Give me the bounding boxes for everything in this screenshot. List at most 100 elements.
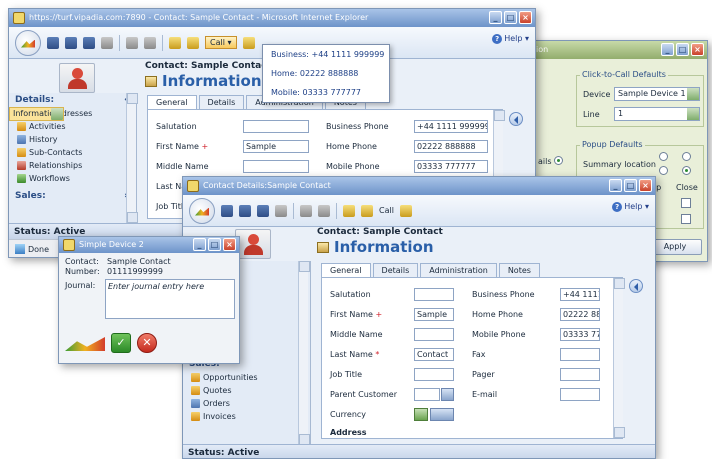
call-menu-item-home[interactable]: Home: 02222 888888 <box>263 64 389 83</box>
save-new-icon[interactable] <box>83 36 95 49</box>
sidebar-item-orders[interactable]: Orders <box>183 397 310 410</box>
home-phone-input[interactable]: 02222 888 <box>560 308 600 321</box>
phone-icon[interactable] <box>399 204 412 217</box>
sidebar-scrollbar[interactable] <box>298 261 310 445</box>
call-button[interactable]: Call <box>379 206 394 215</box>
sidebar-item-history[interactable]: History <box>9 133 136 146</box>
call-menu-item-business[interactable]: Business: +44 1111 999999 <box>263 45 389 64</box>
minimize-icon[interactable]: _ <box>609 179 622 192</box>
print-icon[interactable] <box>101 36 113 49</box>
pager-input[interactable] <box>560 368 600 381</box>
sidebar-item-invoices[interactable]: Invoices <box>183 410 310 423</box>
home-phone-input[interactable]: 02222 888888 <box>414 140 488 153</box>
job-title-input[interactable] <box>414 368 454 381</box>
sidebar-item-relationships[interactable]: Relationships <box>9 159 136 172</box>
sidebar-item-workflows[interactable]: Workflows <box>9 172 136 185</box>
middle-name-input[interactable] <box>243 160 309 173</box>
mobile-phone-input[interactable]: 03333 777777 <box>414 160 488 173</box>
currency-icon[interactable] <box>414 408 428 421</box>
details-section-header[interactable]: Details:« <box>9 93 136 107</box>
summary-location-radio-2[interactable] <box>682 152 691 161</box>
save-icon[interactable] <box>221 204 233 217</box>
print-icon[interactable] <box>275 204 287 217</box>
middle-name-input[interactable] <box>414 328 454 341</box>
line-select[interactable]: 1 <box>614 107 700 121</box>
sidebar-item-opportunities[interactable]: Opportunities <box>183 371 310 384</box>
popup-checkbox-1[interactable] <box>681 198 691 208</box>
save-new-icon[interactable] <box>257 204 269 217</box>
edit-icon[interactable] <box>343 204 355 217</box>
actions-icon[interactable] <box>187 36 199 49</box>
close-icon[interactable]: × <box>223 238 236 251</box>
contact-label: Contact: <box>65 257 99 266</box>
sidebar-scrollbar[interactable] <box>126 93 138 223</box>
previous-icon[interactable] <box>629 279 643 293</box>
minimize-icon[interactable]: _ <box>661 43 674 56</box>
hangup-button[interactable]: ✕ <box>137 333 157 353</box>
paperclip-icon[interactable] <box>144 36 156 49</box>
chevron-down-icon[interactable] <box>687 88 699 100</box>
previous-icon[interactable] <box>509 112 523 126</box>
tab-details[interactable]: Details <box>372 263 419 277</box>
maximize-icon[interactable]: □ <box>624 179 637 192</box>
minimize-icon[interactable]: _ <box>489 11 502 24</box>
journal-textarea[interactable]: Enter journal entry here <box>105 279 235 319</box>
tab-general[interactable]: General <box>147 95 197 109</box>
answer-button[interactable]: ✓ <box>111 333 131 353</box>
fax-input[interactable] <box>560 348 600 361</box>
call-menu-item-mobile[interactable]: Mobile: 03333 777777 <box>263 83 389 102</box>
tab-details[interactable]: Details <box>198 95 245 109</box>
paperclip-icon[interactable] <box>318 204 330 217</box>
lookup-icon[interactable] <box>441 388 454 401</box>
summary-location-radio-3[interactable] <box>659 166 668 175</box>
actions-icon[interactable] <box>361 204 373 217</box>
device-select[interactable]: Sample Device 1 <box>614 87 700 101</box>
lookup-icon[interactable] <box>430 408 454 421</box>
apply-button[interactable]: Apply <box>648 239 702 255</box>
phone-icon[interactable] <box>242 36 255 49</box>
partial-left-radio[interactable] <box>554 156 563 165</box>
last-name-input[interactable]: Contact <box>414 348 454 361</box>
first-name-input[interactable]: Sample <box>243 140 309 153</box>
sidebar-item-information[interactable]: Information <box>9 107 65 121</box>
help-link[interactable]: ? Help ▾ <box>492 34 529 44</box>
close-icon[interactable]: × <box>639 179 652 192</box>
edit-icon[interactable] <box>169 36 181 49</box>
summary-location-radio-4[interactable] <box>682 166 691 175</box>
business-phone-input[interactable]: +44 1111 9 <box>560 288 600 301</box>
business-phone-label: Business Phone <box>472 290 535 299</box>
attach-icon[interactable] <box>300 204 312 217</box>
first-name-input[interactable]: Sample <box>414 308 454 321</box>
maximize-icon[interactable]: □ <box>208 238 221 251</box>
tab-general[interactable]: General <box>321 263 371 277</box>
popup-checkbox-2[interactable] <box>681 214 691 224</box>
call-label: Call <box>210 38 225 47</box>
form-scrollbar[interactable] <box>613 278 625 438</box>
parent-customer-input[interactable] <box>414 388 440 401</box>
mobile-phone-input[interactable]: 03333 777 <box>560 328 600 341</box>
call-button[interactable]: Call ▾ <box>205 36 237 49</box>
call-label: Call <box>379 206 394 215</box>
tab-administration[interactable]: Administration <box>420 263 497 277</box>
business-phone-input[interactable]: +44 1111 999999 <box>414 120 488 133</box>
help-link[interactable]: ? Help ▾ <box>612 202 649 212</box>
chevron-down-icon[interactable] <box>687 108 699 120</box>
salutation-input[interactable] <box>414 288 454 301</box>
close-icon[interactable]: × <box>519 11 532 24</box>
sidebar-item-activities[interactable]: Activities <box>9 120 136 133</box>
sidebar-item-quotes[interactable]: Quotes <box>183 384 310 397</box>
tab-notes[interactable]: Notes <box>498 263 540 277</box>
minimize-icon[interactable]: _ <box>193 238 206 251</box>
sales-section-header[interactable]: Sales:» <box>9 189 136 203</box>
salutation-input[interactable] <box>243 120 309 133</box>
sidebar-item-sub-contacts[interactable]: Sub-Contacts <box>9 146 136 159</box>
summary-location-radio-1[interactable] <box>659 152 668 161</box>
save-close-icon[interactable] <box>65 36 77 49</box>
save-close-icon[interactable] <box>239 204 251 217</box>
close-icon[interactable]: × <box>691 43 704 56</box>
attach-icon[interactable] <box>126 36 138 49</box>
maximize-icon[interactable]: □ <box>676 43 689 56</box>
save-icon[interactable] <box>47 36 59 49</box>
maximize-icon[interactable]: □ <box>504 11 517 24</box>
email-input[interactable] <box>560 388 600 401</box>
